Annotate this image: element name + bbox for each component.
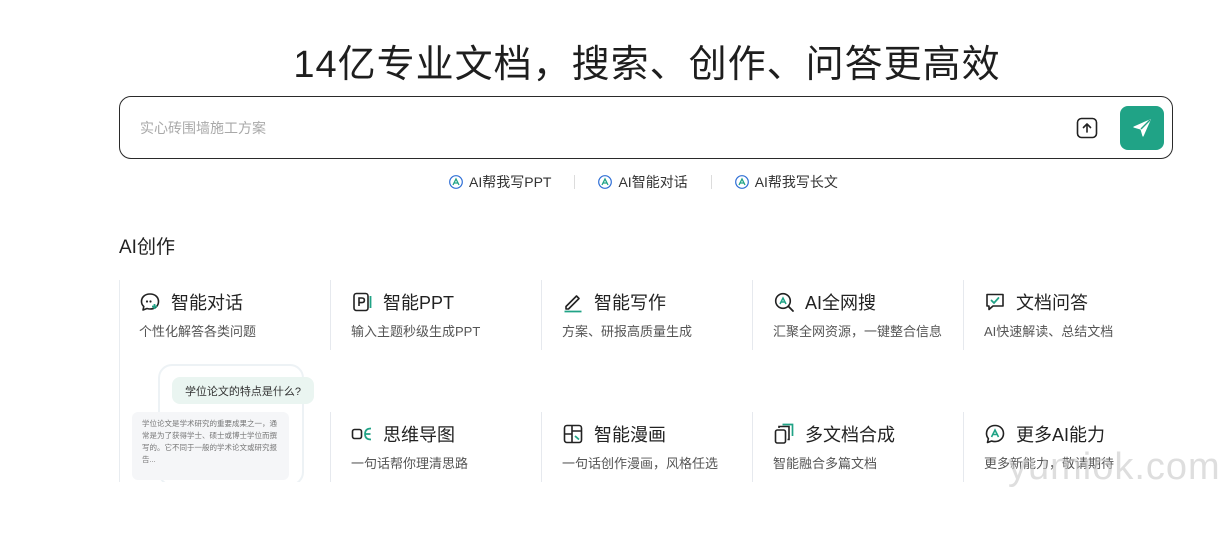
more-ai-icon xyxy=(985,424,1005,444)
card-ai-web-search[interactable]: AI全网搜 汇聚全网资源，一键整合信息 xyxy=(752,280,963,350)
card-title: 智能写作 xyxy=(594,293,666,313)
divider xyxy=(710,175,712,189)
card-title: 思维导图 xyxy=(383,425,455,445)
card-title: 智能PPT xyxy=(383,293,455,313)
card-desc: 汇聚全网资源，一键整合信息 xyxy=(773,324,943,339)
doc-chat-icon xyxy=(986,293,1004,311)
pen-icon xyxy=(564,295,582,313)
quick-link-ai-ppt[interactable]: AI帮我写PPT xyxy=(449,172,551,192)
quick-links: AI帮我写PPT AI智能对话 AI帮我写长文 xyxy=(449,172,838,192)
card-smart-comic[interactable]: 智能漫画 一句话创作漫画，风格任选 xyxy=(541,412,752,482)
ai-logo-icon xyxy=(734,175,749,189)
upload-icon[interactable] xyxy=(1076,117,1098,139)
quick-link-label: AI智能对话 xyxy=(618,174,688,190)
card-multi-doc[interactable]: 多文档合成 智能融合多篇文档 xyxy=(752,412,963,482)
card-title: 智能漫画 xyxy=(594,425,666,445)
card-smart-chat[interactable]: 智能对话 个性化解答各类问题 xyxy=(119,280,330,350)
card-title: 智能对话 xyxy=(171,293,243,313)
quick-link-ai-longtext[interactable]: AI帮我写长文 xyxy=(734,172,838,192)
preview-question: 学位论文的特点是什么? xyxy=(172,377,314,404)
card-title: 文档问答 xyxy=(1016,293,1088,313)
send-icon xyxy=(1133,119,1151,137)
card-title: AI全网搜 xyxy=(805,293,877,313)
section-title: AI创作 xyxy=(119,237,175,258)
card-title: 多文档合成 xyxy=(805,425,895,445)
quick-link-label: AI帮我写PPT xyxy=(469,174,552,190)
quick-link-ai-chat[interactable]: AI智能对话 xyxy=(598,172,688,192)
ai-logo-icon xyxy=(598,175,613,189)
card-desc: 方案、研报高质量生成 xyxy=(562,324,693,339)
card-desc: 输入主题秒级生成PPT xyxy=(351,324,481,339)
card-mind-map[interactable]: 思维导图 一句话帮你理清思路 xyxy=(330,412,541,482)
search-box xyxy=(119,96,1173,159)
card-desc: AI快速解读、总结文档 xyxy=(984,324,1114,339)
send-button[interactable] xyxy=(1120,106,1164,150)
search-ai-icon xyxy=(774,292,794,312)
watermark: yumiok.com xyxy=(1008,446,1220,488)
ai-logo-icon xyxy=(449,175,463,189)
ppt-icon xyxy=(353,292,372,312)
quick-link-label: AI帮我写长文 xyxy=(754,174,838,190)
search-input[interactable] xyxy=(138,115,1042,141)
chat-icon xyxy=(140,293,160,311)
mindmap-icon xyxy=(351,427,372,441)
card-desc: 一句话创作漫画，风格任选 xyxy=(562,456,719,471)
card-smart-ppt[interactable]: 智能PPT 输入主题秒级生成PPT xyxy=(330,280,541,350)
preview-answer: 学位论文是学术研究的重要成果之一，通常是为了获得学士、硕士或博士学位而撰写的。它… xyxy=(132,412,289,480)
card-doc-qa[interactable]: 文档问答 AI快速解读、总结文档 xyxy=(963,280,1174,350)
card-desc: 一句话帮你理清思路 xyxy=(351,456,469,471)
divider xyxy=(574,175,576,189)
card-desc: 个性化解答各类问题 xyxy=(139,324,257,339)
card-smart-writing[interactable]: 智能写作 方案、研报高质量生成 xyxy=(541,280,752,350)
comic-icon xyxy=(563,424,583,444)
multi-doc-icon xyxy=(774,423,794,444)
card-title: 更多AI能力 xyxy=(1016,425,1106,445)
page-title: 14亿专业文档，搜索、创作、问答更高效 xyxy=(293,44,1001,86)
card-desc: 智能融合多篇文档 xyxy=(773,456,878,471)
